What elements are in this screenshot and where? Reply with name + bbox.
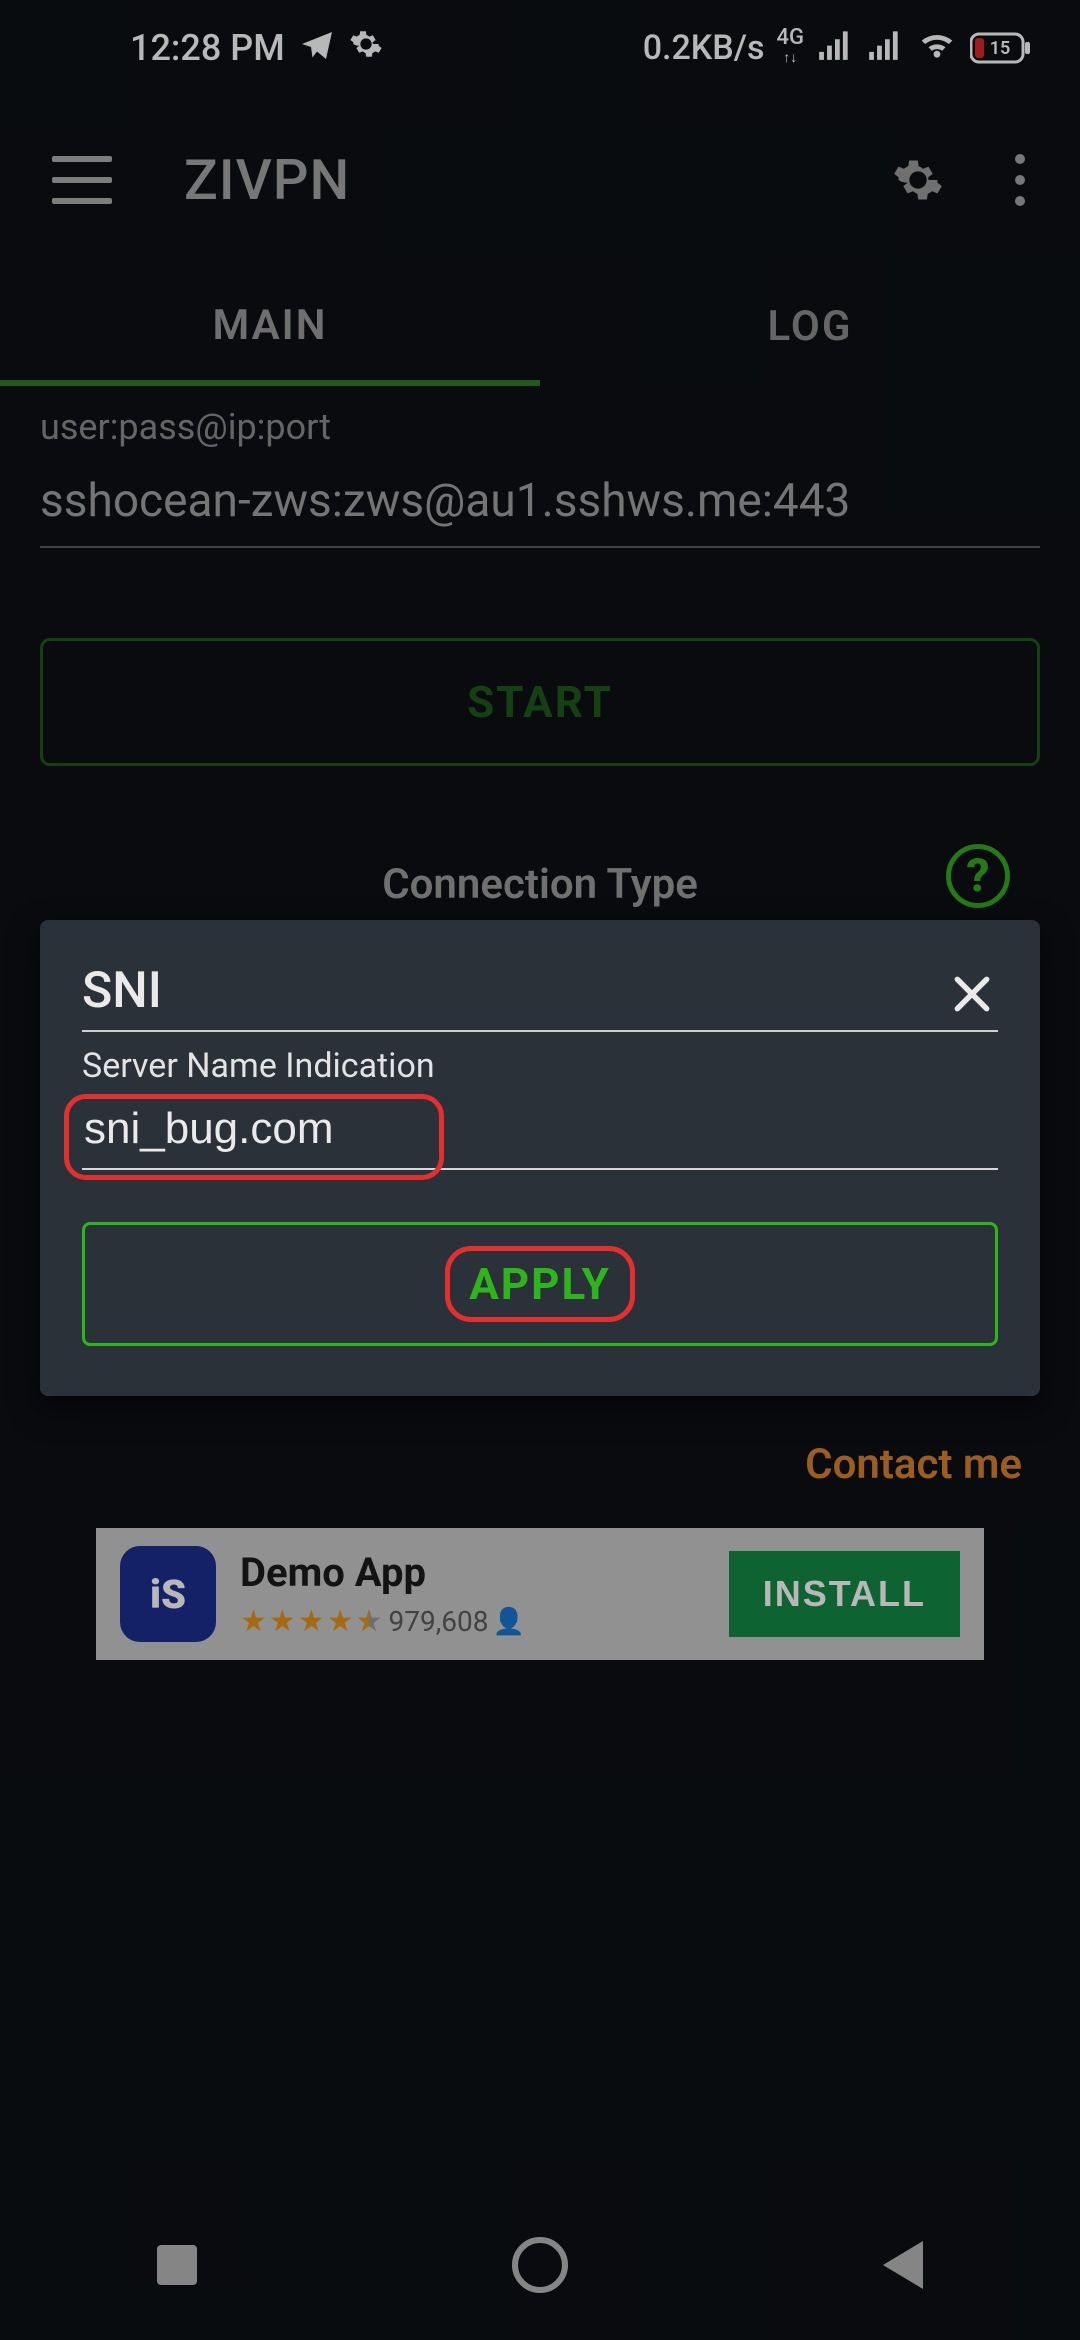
tab-main[interactable]: MAIN — [0, 270, 540, 386]
contact-link[interactable]: Contact me — [805, 1440, 1022, 1489]
tabs: MAIN LOG — [0, 270, 1080, 386]
home-button[interactable] — [512, 2237, 568, 2293]
telegram-icon — [299, 26, 335, 71]
recents-button[interactable] — [157, 2245, 197, 2285]
star-icon: ★ — [269, 1604, 296, 1639]
close-icon[interactable] — [946, 968, 998, 1020]
app-bar: ZIVPN — [0, 130, 1080, 230]
ad-app-icon: iS — [120, 1546, 216, 1642]
credentials-value[interactable]: sshocean-zws:zws@au1.sshws.me:443 — [40, 474, 1040, 548]
apply-button[interactable]: APPLY — [82, 1222, 998, 1346]
ad-count: 979,608 — [389, 1605, 489, 1638]
start-button[interactable]: START — [40, 638, 1040, 766]
help-icon[interactable]: ? — [946, 844, 1010, 908]
settings-icon[interactable] — [892, 154, 944, 206]
tab-log[interactable]: LOG — [540, 270, 1080, 386]
signal-icon — [816, 27, 854, 70]
ad-banner[interactable]: iS Demo App ★ ★ ★ ★ ★ 979,608 👤 INSTALL — [96, 1528, 984, 1660]
users-icon: 👤 — [492, 1607, 524, 1637]
wifi-icon — [916, 27, 958, 70]
star-icon: ★ — [240, 1604, 267, 1639]
sni-dialog: SNI Server Name Indication APPLY — [40, 920, 1040, 1396]
star-icon: ★ — [327, 1604, 354, 1639]
gear-icon — [349, 27, 383, 70]
overflow-icon[interactable] — [1000, 154, 1040, 206]
connection-type-row: Connection Type ? — [0, 838, 1080, 928]
clock: 12:28 PM — [130, 27, 285, 69]
sni-input[interactable] — [82, 1104, 998, 1170]
star-half-icon: ★ — [356, 1604, 383, 1639]
install-button[interactable]: INSTALL — [729, 1551, 960, 1637]
app-title: ZIVPN — [184, 147, 350, 213]
dialog-title: SNI — [82, 962, 162, 1020]
net-type-icon: 4G↑↓ — [777, 29, 805, 67]
ad-rating: ★ ★ ★ ★ ★ 979,608 👤 — [240, 1604, 705, 1639]
menu-icon[interactable] — [52, 156, 112, 204]
ad-title: Demo App — [240, 1549, 705, 1596]
credentials-label: user:pass@ip:port — [40, 406, 1040, 448]
credentials-field[interactable]: user:pass@ip:port sshocean-zws:zws@au1.s… — [40, 406, 1040, 548]
svg-text:15: 15 — [990, 38, 1011, 59]
net-speed: 0.2KB/s — [643, 28, 765, 68]
status-bar: 12:28 PM 0.2KB/s 4G↑↓ — [0, 0, 1080, 96]
back-button[interactable] — [883, 2241, 923, 2289]
star-icon: ★ — [298, 1604, 325, 1639]
android-nav-bar — [0, 2190, 1080, 2340]
battery-icon: 15 — [970, 32, 1032, 64]
sni-sublabel: Server Name Indication — [82, 1046, 998, 1086]
apply-label: APPLY — [469, 1258, 611, 1310]
signal-icon-2 — [866, 27, 904, 70]
connection-type-label: Connection Type — [382, 860, 698, 909]
